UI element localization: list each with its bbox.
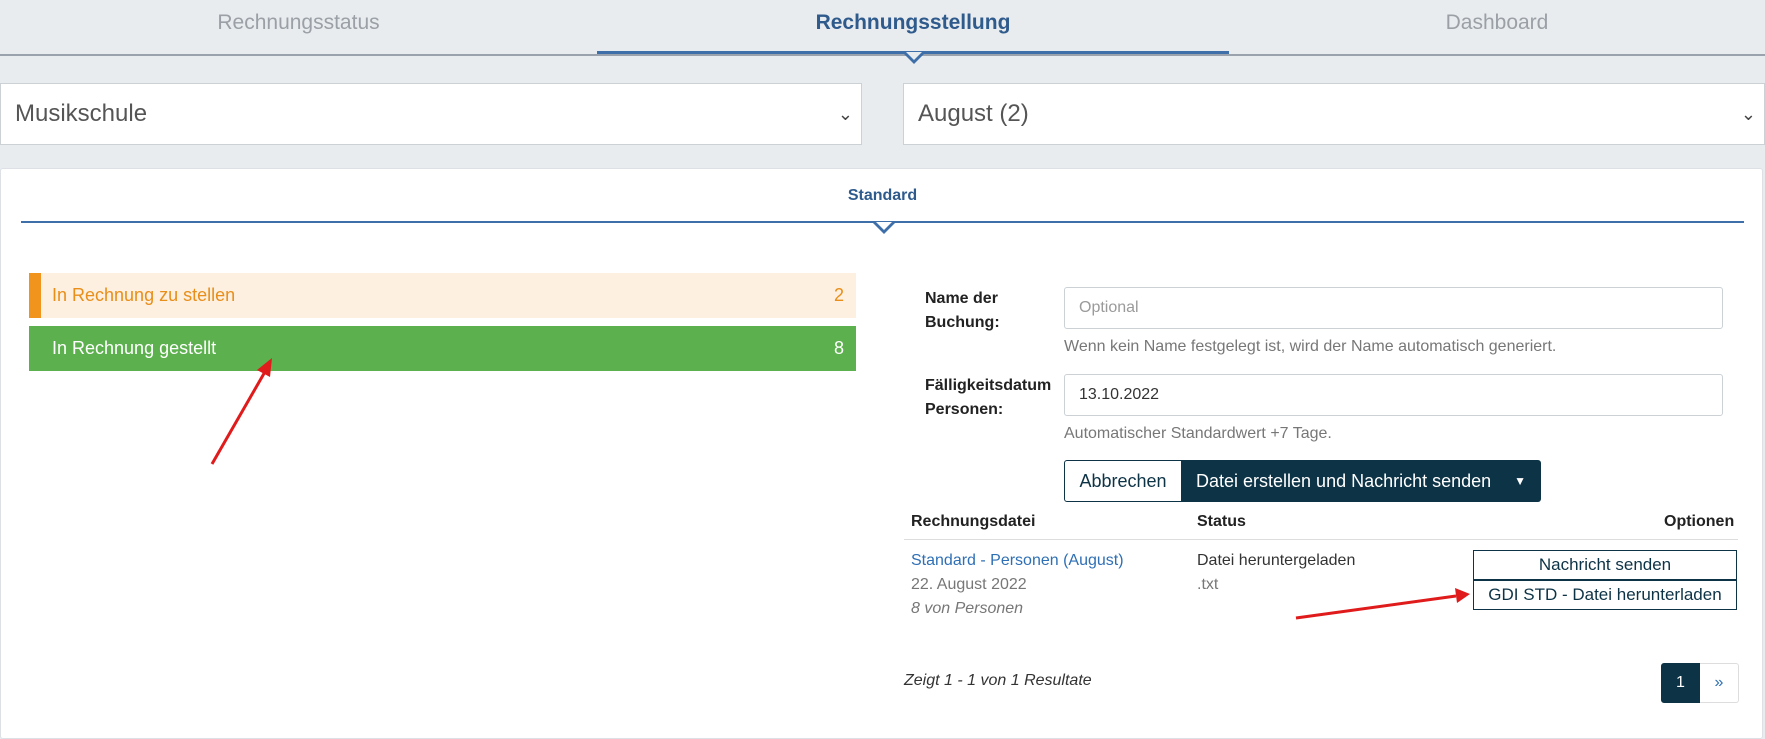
page-1-button[interactable]: 1 — [1661, 663, 1700, 703]
month-select-value: August (2) — [918, 100, 1029, 127]
create-file-send-button[interactable]: Datei erstellen und Nachricht senden ▼ — [1182, 460, 1541, 502]
status-item-label: In Rechnung gestellt — [52, 338, 217, 358]
invoice-file-count: 8 von Personen — [911, 600, 1024, 617]
column-header-file: Rechnungsdatei — [911, 513, 1036, 530]
invoice-file-link[interactable]: Standard - Personen (August) — [911, 552, 1124, 570]
status-item-count: 8 — [833, 338, 844, 358]
send-message-button[interactable]: Nachricht senden — [1473, 550, 1737, 580]
booking-name-label: Name der Buchung: — [925, 287, 1000, 335]
status-item-billed[interactable]: In Rechnung gestellt 8 — [29, 326, 856, 371]
tab-dashboard[interactable]: Dashboard — [1229, 0, 1765, 48]
invoice-status: Datei heruntergeladen — [1197, 552, 1356, 569]
due-date-label: Fälligkeitsdatum Personen: — [925, 374, 1051, 422]
due-date-label-line2: Personen: — [925, 401, 1004, 418]
booking-name-label-line1: Name der — [925, 290, 998, 307]
next-page-button[interactable]: » — [1700, 663, 1739, 703]
results-summary: Zeigt 1 - 1 von 1 Resultate — [904, 672, 1092, 689]
billing-card: Standard In Rechnung zu stellen 2 In Rec… — [0, 168, 1763, 739]
school-select[interactable]: Musikschule ⌄ — [0, 83, 862, 145]
status-item-label: In Rechnung zu stellen — [52, 285, 236, 305]
status-item-count: 2 — [833, 285, 844, 305]
chevron-down-icon: ⌄ — [837, 104, 853, 124]
invoice-status-ext: .txt — [1197, 576, 1219, 593]
column-header-options: Optionen — [1664, 513, 1735, 530]
table-header-divider — [904, 539, 1738, 540]
cancel-button[interactable]: Abbrechen — [1064, 460, 1182, 502]
due-date-label-line1: Fälligkeitsdatum — [925, 377, 1052, 394]
download-file-button[interactable]: GDI STD - Datei herunterladen — [1473, 580, 1737, 610]
tab-rechnungsstatus[interactable]: Rechnungsstatus — [0, 0, 597, 48]
create-file-send-label: Datei erstellen und Nachricht senden — [1196, 471, 1492, 491]
column-header-status: Status — [1197, 513, 1246, 530]
status-item-to-bill[interactable]: In Rechnung zu stellen 2 — [29, 273, 856, 318]
tab-rechnungsstellung[interactable]: Rechnungsstellung — [597, 0, 1229, 48]
booking-name-label-line2: Buchung: — [925, 314, 1000, 331]
active-tab-caret-inner — [906, 52, 922, 60]
booking-name-help: Wenn kein Name festgelegt ist, wird der … — [1064, 338, 1557, 355]
month-select[interactable]: August (2) ⌄ — [903, 83, 1765, 145]
booking-name-input[interactable]: Optional — [1064, 287, 1723, 329]
top-navigation: Rechnungsstatus Rechnungsstellung Dashbo… — [0, 0, 1765, 64]
due-date-input[interactable]: 13.10.2022 — [1064, 374, 1723, 416]
school-select-value: Musikschule — [15, 100, 148, 127]
due-date-help: Automatischer Standardwert +7 Tage. — [1064, 425, 1332, 442]
subtab-caret-inner — [876, 222, 892, 230]
chevron-down-icon: ⌄ — [1740, 104, 1756, 124]
dropdown-caret-icon[interactable]: ▼ — [1514, 460, 1526, 502]
invoice-file-date: 22. August 2022 — [911, 576, 1027, 593]
